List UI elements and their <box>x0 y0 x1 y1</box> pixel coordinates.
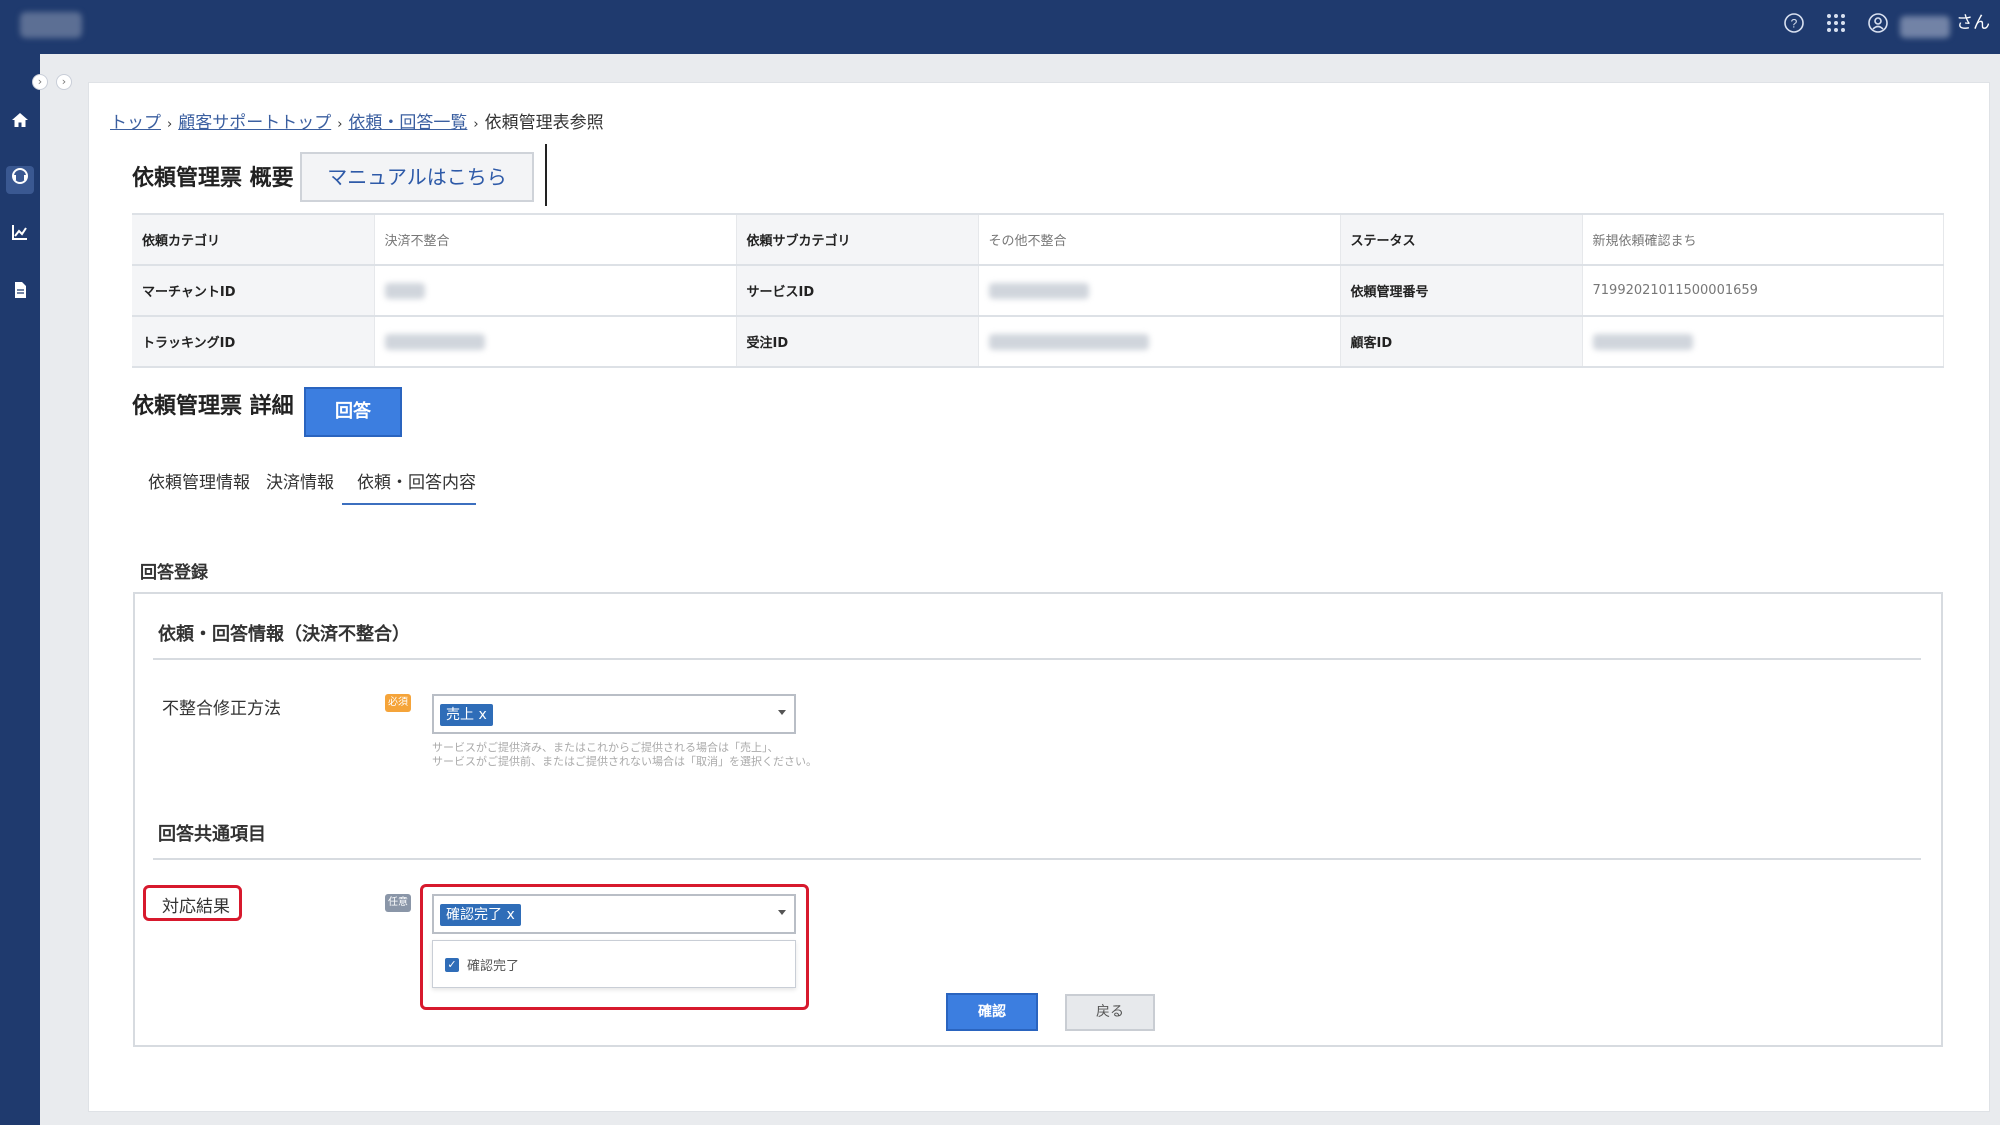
answer-button[interactable]: 回答 <box>304 387 402 437</box>
answer-form <box>133 592 1943 1047</box>
value-status: 新規依頼確認まち <box>1581 213 1944 266</box>
group-common-items: 回答共通項目 <box>158 824 266 845</box>
support-icon[interactable] <box>6 166 34 194</box>
divider <box>153 658 1921 660</box>
user-icon[interactable] <box>1864 12 1892 40</box>
breadcrumb-support-top[interactable]: 顧客サポートトップ <box>178 113 331 133</box>
detail-title: 依頼管理票 詳細 <box>132 394 294 419</box>
breadcrumb-top[interactable]: トップ <box>110 113 161 133</box>
confirm-button[interactable]: 確認 <box>946 993 1038 1031</box>
label-service-id: サービスID <box>736 264 978 317</box>
label-tracking-id: トラッキングID <box>132 315 374 368</box>
table-row: トラッキングID 受注ID 顧客ID <box>132 315 1944 368</box>
home-icon[interactable] <box>6 110 34 138</box>
label-customer-id: 顧客ID <box>1340 315 1582 368</box>
svg-text:?: ? <box>1791 17 1798 31</box>
chart-icon[interactable] <box>6 222 34 250</box>
collapse-right-icon[interactable]: › <box>56 74 72 90</box>
help-text-line: サービスがご提供済み、またはこれからご提供される場合は「売上」、 <box>432 741 779 754</box>
breadcrumb-separator: › <box>337 117 343 132</box>
section-answer-registration: 回答登録 <box>140 563 208 583</box>
help-text-line: サービスがご提供前、またはご提供されない場合は「取消」を選択ください。 <box>432 755 817 768</box>
value-request-number: 71992021011500001659 <box>1581 264 1944 317</box>
value-customer-id <box>1581 315 1944 368</box>
value-tracking-id <box>373 315 737 368</box>
sidebar <box>0 54 40 1125</box>
manual-button[interactable]: マニュアルはこちら <box>300 152 534 202</box>
text-cursor <box>545 144 547 206</box>
value-request-category: 決済不整合 <box>373 213 737 266</box>
top-bar: ? さん <box>0 0 2000 54</box>
table-row: 依頼カテゴリ 決済不整合 依頼サブカテゴリ その他不整合 ステータス 新規依頼確… <box>132 213 1944 266</box>
label-request-subcategory: 依頼サブカテゴリ <box>736 213 978 266</box>
help-icon[interactable]: ? <box>1780 12 1808 40</box>
field-label-fix-method: 不整合修正方法 <box>162 699 281 719</box>
tab-request-answer[interactable]: 依頼・回答内容 <box>357 468 476 493</box>
collapse-left-icon[interactable]: › <box>32 74 48 90</box>
divider <box>153 858 1921 860</box>
breadcrumb-separator: › <box>473 117 479 132</box>
selected-tag[interactable]: 売上 x <box>440 704 493 726</box>
summary-title: 依頼管理票 概要 <box>132 166 294 191</box>
fix-method-select[interactable]: 売上 x <box>432 694 796 734</box>
label-request-category: 依頼カテゴリ <box>132 213 374 266</box>
chevron-down-icon[interactable] <box>778 710 786 715</box>
back-button[interactable]: 戻る <box>1065 994 1155 1031</box>
table-row: マーチャントID サービスID 依頼管理番号 71992021011500001… <box>132 264 1944 317</box>
breadcrumb: トップ › 顧客サポートトップ › 依頼・回答一覧 › 依頼管理表参照 <box>110 108 604 133</box>
group-request-answer-info: 依頼・回答情報（決済不整合） <box>158 624 410 645</box>
checkbox-checked-icon[interactable]: ✓ <box>445 958 459 972</box>
active-tab-indicator <box>342 503 476 505</box>
user-suffix: さん <box>1956 13 1990 33</box>
selected-tag[interactable]: 確認完了 x <box>440 904 521 926</box>
label-merchant-id: マーチャントID <box>132 264 374 317</box>
result-select[interactable]: 確認完了 x <box>432 894 796 934</box>
breadcrumb-request-list[interactable]: 依頼・回答一覧 <box>348 113 467 133</box>
breadcrumb-current: 依頼管理表参照 <box>484 113 604 133</box>
summary-table: 依頼カテゴリ 決済不整合 依頼サブカテゴリ その他不整合 ステータス 新規依頼確… <box>132 213 1944 368</box>
tab-request-info[interactable]: 依頼管理情報 <box>148 468 250 493</box>
dropdown-option[interactable]: 確認完了 <box>467 955 519 974</box>
value-service-id <box>977 264 1341 317</box>
field-label-result: 対応結果 <box>162 897 230 917</box>
optional-badge: 任意 <box>385 894 411 912</box>
apps-grid-icon[interactable] <box>1822 12 1850 40</box>
chevron-down-icon[interactable] <box>778 910 786 915</box>
user-name <box>1900 16 1950 38</box>
help-text: サービスがご提供済み、またはこれからご提供される場合は「売上」、 サービスがご提… <box>432 741 817 769</box>
value-request-subcategory: その他不整合 <box>977 213 1341 266</box>
value-merchant-id <box>373 264 737 317</box>
breadcrumb-separator: › <box>167 117 173 132</box>
label-request-number: 依頼管理番号 <box>1340 264 1582 317</box>
value-order-id <box>977 315 1341 368</box>
required-badge: 必須 <box>385 694 411 712</box>
label-order-id: 受注ID <box>736 315 978 368</box>
document-icon[interactable] <box>6 280 34 308</box>
result-dropdown: ✓ 確認完了 <box>432 940 796 988</box>
app-logo[interactable] <box>20 12 82 38</box>
tab-payment-info[interactable]: 決済情報 <box>266 468 334 493</box>
label-status: ステータス <box>1340 213 1582 266</box>
